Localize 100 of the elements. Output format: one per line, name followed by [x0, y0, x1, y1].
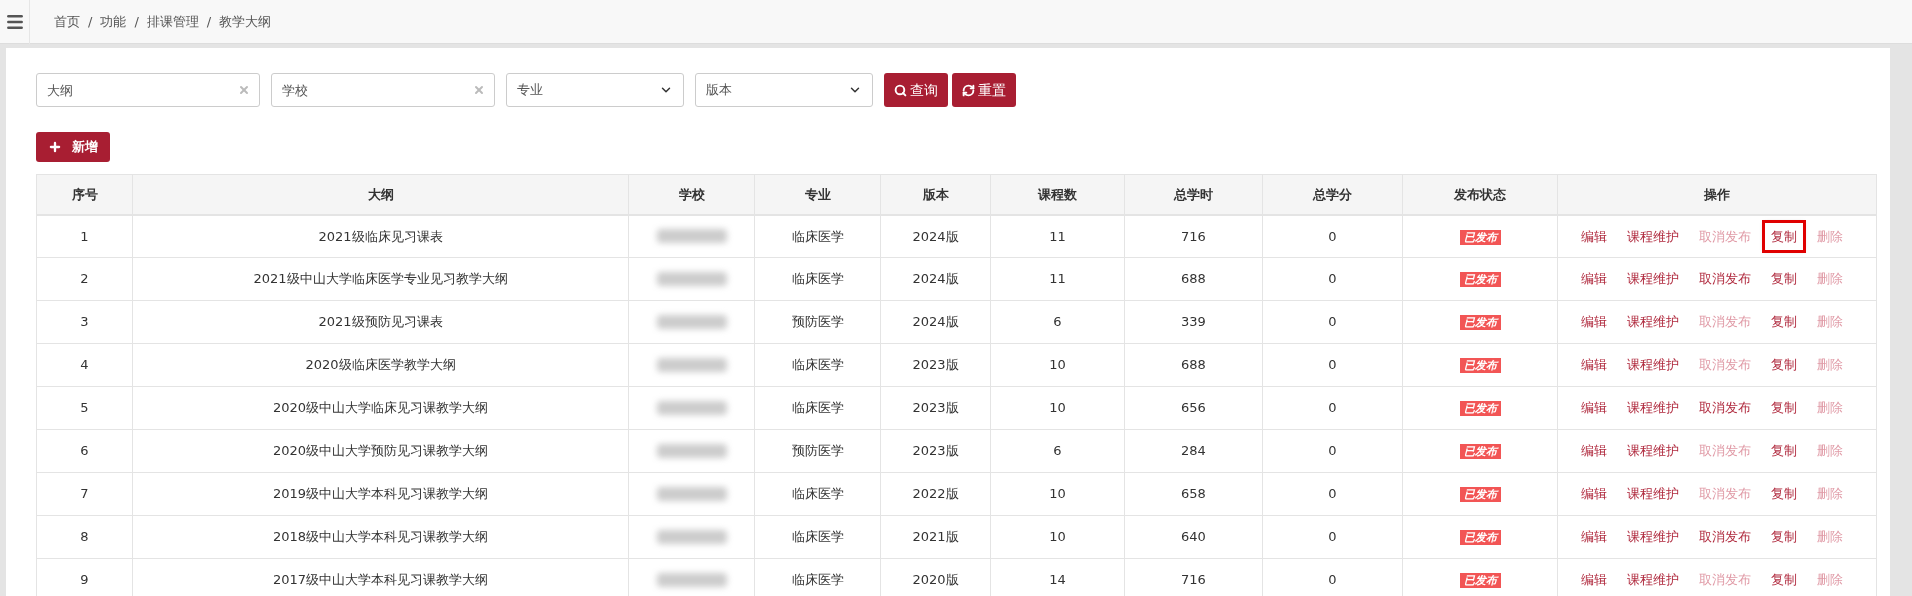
table-cell: 10	[1049, 400, 1066, 416]
column-header: 操作	[1704, 186, 1730, 202]
breadcrumb-separator: /	[134, 12, 139, 31]
action-link[interactable]: 课程维护	[1621, 523, 1685, 551]
action-link[interactable]: 复制	[1765, 394, 1803, 422]
action-link[interactable]: 编辑	[1575, 351, 1613, 379]
action-link[interactable]: 编辑	[1575, 265, 1613, 293]
column-header: 总学时	[1174, 186, 1213, 202]
dropdown-select[interactable]: 专业	[506, 73, 684, 107]
table-cell: 2020级中山大学临床见习课教学大纲	[272, 400, 489, 416]
action-link[interactable]: 复制	[1765, 222, 1803, 250]
table-cell: 5	[80, 400, 89, 416]
table-cell: 0	[1328, 572, 1337, 588]
table-cell: 8	[80, 529, 89, 545]
table-cell: 640	[1181, 529, 1206, 545]
table-cell: 临床医学	[791, 357, 844, 373]
table-cell: 688	[1181, 271, 1206, 287]
table-cell: 2020级中山大学预防见习课教学大纲	[272, 443, 489, 459]
table-cell: 9	[80, 572, 89, 588]
action-link[interactable]: 课程维护	[1621, 437, 1685, 465]
table-cell: 0	[1328, 228, 1337, 244]
table-cell: 临床医学	[791, 228, 844, 244]
table-cell: 656	[1181, 400, 1206, 416]
table-cell: 2020版	[912, 572, 959, 588]
table-cell: 6	[1053, 443, 1062, 459]
action-link[interactable]: 编辑	[1575, 437, 1613, 465]
action-link[interactable]: 课程维护	[1621, 265, 1685, 293]
search-field[interactable]: 学校	[271, 73, 495, 107]
clear-icon[interactable]	[238, 84, 250, 96]
blurred-text	[656, 573, 727, 587]
action-link[interactable]: 课程维护	[1621, 222, 1685, 250]
table-cell: 339	[1181, 314, 1206, 330]
table-cell: 2024版	[912, 228, 959, 244]
table-cell: 0	[1328, 486, 1337, 502]
action-link[interactable]: 编辑	[1575, 394, 1613, 422]
action-link[interactable]: 复制	[1765, 351, 1803, 379]
action-link[interactable]: 课程维护	[1621, 480, 1685, 508]
action-link[interactable]: 复制	[1765, 480, 1803, 508]
breadcrumb-item[interactable]: 排课管理	[146, 11, 199, 32]
action-link[interactable]: 课程维护	[1621, 308, 1685, 336]
search-field[interactable]: 大纲	[36, 73, 260, 107]
reset-button[interactable]: 重置	[952, 73, 1016, 107]
column-header: 专业	[804, 186, 831, 202]
column-header: 课程数	[1038, 186, 1077, 202]
blurred-text	[656, 272, 727, 286]
table-cell: 2021级预防见习课表	[318, 314, 443, 330]
table-cell: 0	[1328, 357, 1337, 373]
blurred-text	[656, 315, 727, 329]
action-link[interactable]: 编辑	[1575, 480, 1613, 508]
action-link[interactable]: 课程维护	[1621, 566, 1685, 594]
table-cell: 0	[1328, 529, 1337, 545]
status-badge: 已发布	[1459, 444, 1501, 460]
breadcrumb-item[interactable]: 首页	[54, 11, 80, 32]
breadcrumb-item: 教学大纲	[219, 12, 272, 31]
table-cell: 临床医学	[791, 486, 844, 502]
dropdown-select[interactable]: 版本	[695, 73, 873, 107]
table-cell: 2017级中山大学本科见习课教学大纲	[272, 572, 489, 588]
status-badge: 已发布	[1459, 358, 1501, 374]
column-header: 学校	[678, 186, 705, 202]
clear-icon[interactable]	[473, 84, 485, 96]
status-badge: 已发布	[1459, 530, 1501, 546]
column-header: 版本	[922, 186, 949, 202]
status-badge: 已发布	[1459, 315, 1501, 331]
action-link[interactable]: 编辑	[1575, 523, 1613, 551]
column-header: 发布状态	[1454, 186, 1506, 202]
blurred-text	[656, 530, 727, 544]
action-link[interactable]: 复制	[1765, 437, 1803, 465]
action-link[interactable]: 取消发布	[1693, 394, 1757, 422]
breadcrumb-item[interactable]: 功能	[100, 11, 127, 32]
table-cell: 716	[1181, 572, 1206, 588]
table-cell: 6	[1053, 314, 1062, 330]
action-link[interactable]: 编辑	[1575, 222, 1613, 250]
table-cell: 0	[1328, 271, 1337, 287]
table-cell: 3	[80, 314, 89, 330]
action-link[interactable]: 复制	[1765, 566, 1803, 594]
action-link[interactable]: 复制	[1765, 308, 1803, 336]
status-badge: 已发布	[1459, 573, 1501, 589]
add-button[interactable]: 新增	[36, 132, 110, 162]
table-cell: 10	[1049, 357, 1066, 373]
action-link[interactable]: 课程维护	[1621, 394, 1685, 422]
action-link[interactable]: 取消发布	[1693, 265, 1757, 293]
action-link[interactable]: 复制	[1765, 523, 1803, 551]
table-cell: 临床医学	[791, 529, 844, 545]
table-cell: 716	[1181, 228, 1206, 244]
action-link[interactable]: 课程维护	[1621, 351, 1685, 379]
search-button[interactable]: 查询	[884, 73, 948, 107]
action-link[interactable]: 复制	[1765, 265, 1803, 293]
column-header: 大纲	[367, 186, 394, 202]
action-link[interactable]: 编辑	[1575, 308, 1613, 336]
table-cell: 284	[1181, 443, 1206, 459]
table-cell: 10	[1049, 529, 1066, 545]
column-header: 序号	[71, 186, 98, 202]
action-link[interactable]: 编辑	[1575, 566, 1613, 594]
table-cell: 临床医学	[791, 572, 844, 588]
table-cell: 7	[80, 486, 89, 502]
table-cell: 2	[80, 271, 89, 287]
action-link[interactable]: 取消发布	[1693, 523, 1757, 551]
table-cell: 临床医学	[791, 271, 844, 287]
table-cell: 2024版	[912, 271, 959, 287]
table-cell: 2023版	[912, 443, 959, 459]
